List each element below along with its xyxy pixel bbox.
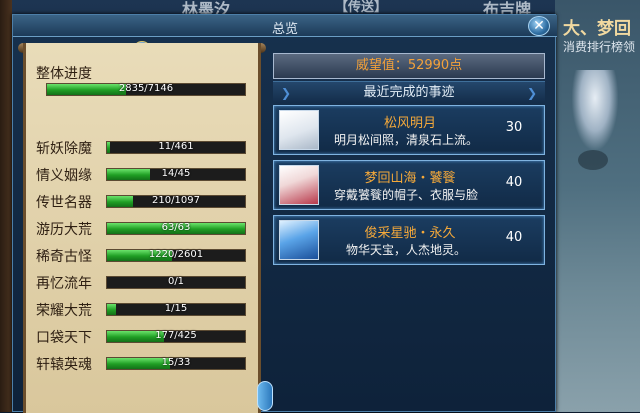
- progress-row[interactable]: 再忆流年 0/1: [36, 273, 256, 299]
- game-scene-right: [555, 0, 640, 412]
- achievement-description: 穿戴饕餮的帽子、衣服与脸: [333, 188, 478, 202]
- progress-value: 177/425: [155, 330, 197, 341]
- progress-value: 1220/2601: [148, 249, 204, 260]
- chevron-down-icon: ❯: [526, 86, 537, 100]
- chevron-down-icon: ❯: [281, 86, 292, 100]
- achievement-name: 梦回山海・饕餮: [364, 171, 456, 186]
- progress-label: 传世名器: [36, 195, 92, 211]
- achievement-points: 40: [505, 230, 523, 245]
- achievement-entry[interactable]: 俊采星驰・永久物华天宝，人杰地灵。 40: [273, 215, 545, 265]
- recent-achievements-header: ❯ 最近完成的事迹 ❯: [273, 81, 545, 103]
- progress-scrollbar-thumb[interactable]: [257, 381, 273, 411]
- progress-bar: 210/1097: [106, 195, 246, 208]
- progress-value: 1/15: [164, 303, 188, 314]
- prestige-display: 威望值：52990点: [273, 53, 545, 79]
- progress-bar: 63/63: [106, 222, 246, 235]
- window-title: 总览: [271, 22, 298, 37]
- progress-label: 情义姻缘: [36, 168, 92, 184]
- teleport-sign: 【传送】: [335, 0, 388, 15]
- progress-value: 14/45: [161, 168, 191, 179]
- event-sign: 大、梦回: [563, 19, 631, 39]
- window-titlebar[interactable]: 总览 ✕: [13, 15, 557, 37]
- progress-row[interactable]: 口袋天下 177/425: [36, 327, 256, 353]
- progress-row[interactable]: 稀奇古怪 1220/2601: [36, 246, 256, 272]
- progress-label: 口袋天下: [36, 330, 92, 346]
- progress-bar: 0/1: [106, 276, 246, 289]
- player-character[interactable]: [572, 70, 618, 150]
- progress-value: 63/63: [161, 222, 191, 233]
- progress-bar: 1/15: [106, 303, 246, 316]
- achievement-entry[interactable]: 梦回山海・饕餮穿戴饕餮的帽子、衣服与脸 40: [273, 160, 545, 210]
- recent-header-label: 最近完成的事迹: [363, 85, 455, 100]
- progress-bar: 2835/7146: [46, 83, 246, 96]
- achievement-name: 俊采星驰・永久: [364, 226, 456, 241]
- left-hud-edge: [0, 0, 12, 412]
- progress-bar: 1220/2601: [106, 249, 246, 262]
- progress-bar: 11/461: [106, 141, 246, 154]
- progress-value: 11/461: [158, 141, 194, 152]
- progress-label: 稀奇古怪: [36, 249, 92, 265]
- white-robe-icon[interactable]: [279, 110, 319, 150]
- red-white-mask-icon[interactable]: [279, 165, 319, 205]
- progress-value: 0/1: [167, 276, 185, 287]
- progress-bar: 15/33: [106, 357, 246, 370]
- progress-value: 15/33: [161, 357, 191, 368]
- progress-bar: 14/45: [106, 168, 246, 181]
- progress-row[interactable]: 斩妖除魔 11/461: [36, 138, 256, 164]
- close-button[interactable]: ✕: [528, 16, 550, 36]
- blue-robe-icon[interactable]: [279, 220, 319, 260]
- progress-row[interactable]: 荣耀大荒 1/15: [36, 300, 256, 326]
- achievement-points: 40: [505, 175, 523, 190]
- progress-row[interactable]: 情义姻缘 14/45: [36, 165, 256, 191]
- progress-label: 整体进度: [36, 66, 92, 82]
- overview-window: 总览 ✕ 整体进度 2835/7146 斩妖除魔 11/461 情义姻缘 14/45 传世名…: [12, 14, 557, 413]
- progress-bar: 177/425: [106, 330, 246, 343]
- ranking-sign: 消费排行榜领: [563, 40, 636, 54]
- progress-value: 2835/7146: [118, 83, 174, 94]
- progress-value: 210/1097: [152, 195, 200, 206]
- progress-label: 轩辕英魂: [36, 357, 92, 373]
- achievement-name: 松风明月: [383, 116, 436, 131]
- progress-row[interactable]: 传世名器 210/1097: [36, 192, 256, 218]
- achievement-entry[interactable]: 松风明月明月松间照，清泉石上流。 30: [273, 105, 545, 155]
- character-shadow: [578, 150, 608, 170]
- achievement-description: 明月松间照，清泉石上流。: [333, 133, 478, 147]
- overall-progress-row[interactable]: 整体进度 2835/7146: [36, 63, 256, 96]
- progress-row[interactable]: 轩辕英魂 15/33: [36, 354, 256, 380]
- progress-label: 荣耀大荒: [36, 303, 92, 319]
- achievement-description: 物华天宝，人杰地灵。: [345, 243, 466, 257]
- progress-label: 斩妖除魔: [36, 141, 92, 157]
- progress-panel: 整体进度 2835/7146 斩妖除魔 11/461 情义姻缘 14/45 传世名器 210/…: [23, 43, 261, 413]
- progress-row[interactable]: 游历大荒 63/63: [36, 219, 256, 245]
- achievement-points: 30: [505, 120, 523, 135]
- progress-label: 游历大荒: [36, 222, 92, 238]
- progress-label: 再忆流年: [36, 276, 92, 292]
